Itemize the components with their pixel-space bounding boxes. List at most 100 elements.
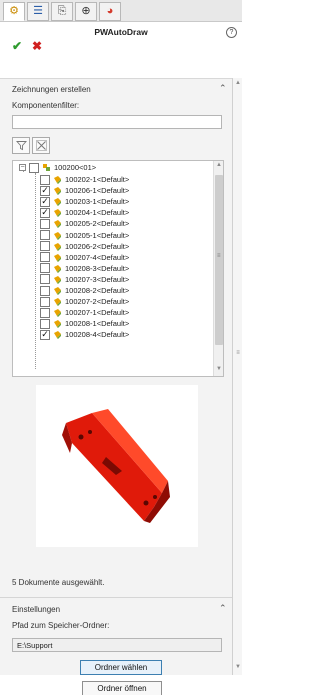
collapse-tree-icon[interactable]: − (19, 164, 26, 171)
tree-item-checkbox[interactable] (40, 285, 50, 296)
tree-item-label: 100207-4<Default> (65, 252, 130, 262)
tree-item-row[interactable]: 100208-3<Default> (40, 263, 129, 274)
tree-root-row[interactable]: 100200<01> (29, 162, 96, 173)
tree-scroll-up-icon[interactable]: ▲ (215, 162, 223, 168)
tree-item-row[interactable]: 100207-4<Default> (40, 252, 129, 263)
part-icon (54, 253, 61, 262)
configuration-manager-tab[interactable]: ⎘ (51, 2, 73, 21)
tree-root-label: 100200<01> (54, 163, 97, 172)
component-filter-input[interactable] (12, 115, 222, 129)
part-icon (54, 176, 61, 184)
tree-scroll-grip-icon: ≡ (217, 253, 221, 259)
feature-manager-icon: ⚙ (9, 5, 19, 17)
tree-item-checkbox[interactable] (40, 318, 50, 329)
tree-item-checkbox[interactable] (40, 252, 50, 263)
display-manager-icon: ◕ (106, 5, 114, 17)
clear-filter-button[interactable] (32, 137, 50, 154)
tree-item-row[interactable]: 100208-1<Default> (40, 318, 129, 329)
tree-item-checkbox[interactable]: ✓ (40, 207, 50, 218)
choose-folder-button[interactable]: Ordner wählen (80, 660, 162, 675)
tree-item-checkbox[interactable] (40, 263, 50, 274)
tree-item-label: 100205-2<Default> (65, 219, 130, 229)
tree-item-checkbox[interactable]: ✓ (40, 185, 50, 196)
part-icon (54, 320, 61, 329)
tree-item-checkbox[interactable]: ✓ (40, 196, 50, 207)
tree-item-row[interactable]: 100207-1<Default> (40, 307, 129, 318)
tree-item-row[interactable]: 100205-1<Default> (40, 230, 129, 241)
tree-item-row[interactable]: ✓ 100206-1<Default> (40, 185, 129, 196)
section-create-title[interactable]: Zeichnungen erstellen (12, 85, 91, 94)
part-icon (54, 220, 61, 229)
help-icon[interactable]: ? (226, 27, 237, 38)
scroll-up-icon[interactable]: ▲ (234, 80, 242, 86)
tree-item-label: 100205-1<Default> (65, 230, 130, 240)
dimxpert-icon: ⊕ (81, 5, 91, 17)
funnel-icon (15, 141, 27, 151)
part-icon (54, 298, 61, 307)
tree-item-row[interactable]: ✓ 100208-4<Default> (40, 329, 129, 340)
tree-connector (35, 173, 36, 369)
assembly-icon (43, 164, 50, 171)
tree-item-label: 100206-2<Default> (65, 241, 130, 251)
part-icon (54, 264, 61, 273)
component-tree[interactable]: − 100200<01> 100202-1<Default> ✓ 100206-1<… (12, 160, 224, 377)
part-preview (36, 385, 198, 547)
part-icon (54, 287, 61, 295)
tree-item-label: 100207-1<Default> (65, 308, 130, 318)
panel-scrollbar[interactable]: ▲ ≡ ▼ (232, 78, 242, 675)
tree-item-row[interactable]: 100208-2<Default> (40, 285, 129, 296)
feature-manager-tab[interactable]: ⚙ (3, 2, 25, 21)
tree-item-row[interactable]: ✓ 100203-1<Default> (40, 196, 129, 207)
filter-button[interactable] (12, 137, 30, 154)
part-icon (54, 198, 61, 207)
property-manager-icon: ☰ (33, 5, 43, 17)
tree-scrollbar[interactable]: ▲ ≡ ▼ (213, 161, 223, 376)
clear-filter-icon (35, 140, 47, 151)
tree-item-checkbox[interactable] (40, 241, 50, 252)
dimxpert-tab[interactable]: ⊕ (75, 2, 97, 21)
tree-item-checkbox[interactable] (40, 274, 50, 285)
tree-item-checkbox[interactable] (40, 296, 50, 307)
tree-item-label: 100206-1<Default> (65, 186, 130, 196)
tree-item-checkbox[interactable] (40, 174, 50, 185)
part-icon (54, 242, 61, 251)
tree-item-row[interactable]: 100206-2<Default> (40, 241, 129, 252)
part-icon (54, 231, 61, 240)
ok-button[interactable]: ✔ (12, 40, 22, 52)
scroll-grip-icon: ≡ (236, 350, 240, 356)
tree-item-label: 100208-4<Default> (65, 330, 130, 340)
part-icon (54, 331, 61, 340)
tree-item-row[interactable]: ✓ 100204-1<Default> (40, 207, 129, 218)
tree-item-label: 100207-3<Default> (65, 274, 130, 284)
scroll-down-icon[interactable]: ▼ (234, 664, 242, 670)
selection-status: 5 Dokumente ausgewählt. (12, 578, 105, 587)
folder-path-field[interactable]: E:\Support (12, 638, 222, 652)
tree-item-row[interactable]: 100202-1<Default> (40, 174, 129, 185)
tree-item-row[interactable]: 100207-3<Default> (40, 274, 129, 285)
tree-item-label: 100207-2<Default> (65, 297, 130, 307)
tree-item-label: 100202-1<Default> (65, 175, 130, 184)
section-settings-title[interactable]: Einstellungen (12, 605, 60, 614)
tree-item-checkbox[interactable] (40, 307, 50, 318)
tree-item-checkbox[interactable] (40, 218, 50, 229)
root-checkbox[interactable] (29, 162, 39, 173)
tree-item-label: 100204-1<Default> (65, 208, 130, 218)
tree-scroll-down-icon[interactable]: ▼ (215, 366, 223, 372)
configuration-manager-icon: ⎘ (57, 5, 67, 17)
tree-item-label: 100203-1<Default> (65, 197, 130, 207)
tree-item-label: 100208-1<Default> (65, 319, 130, 329)
part-icon (54, 309, 61, 318)
tree-item-row[interactable]: 100207-2<Default> (40, 296, 129, 307)
collapse-chevron-icon[interactable]: ⌃ (219, 83, 227, 94)
settings-chevron-icon[interactable]: ⌃ (219, 603, 227, 614)
panel-title: PWAutoDraw (94, 27, 148, 37)
tree-item-row[interactable]: 100205-2<Default> (40, 218, 129, 229)
cancel-button[interactable]: ✖ (32, 40, 42, 52)
open-folder-button[interactable]: Ordner öffnen (82, 681, 162, 695)
tree-item-checkbox[interactable] (40, 230, 50, 240)
display-manager-tab[interactable]: ◕ (99, 2, 121, 21)
tree-scroll-thumb[interactable] (215, 175, 223, 345)
tree-item-checkbox[interactable]: ✓ (40, 329, 50, 340)
property-manager-tab[interactable]: ☰ (27, 2, 49, 21)
tree-item-label: 100208-2<Default> (65, 286, 130, 295)
